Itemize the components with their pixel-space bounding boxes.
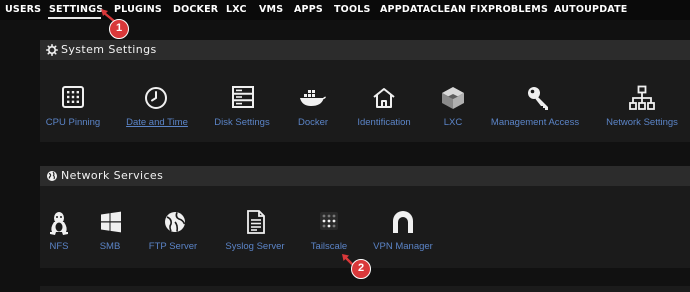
globe-ball-icon: [165, 212, 186, 232]
key-icon: [528, 87, 548, 110]
tile-label: Syslog Server: [225, 241, 285, 252]
tile-label: LXC: [443, 117, 463, 128]
disk-icon: [232, 86, 254, 108]
linux-penguin-icon: [50, 212, 68, 235]
windows-icon: [101, 211, 121, 233]
tile-label: CPU Pinning: [45, 117, 101, 128]
lxc-cubes-icon: [442, 87, 464, 109]
tile-label: FTP Server: [148, 241, 198, 252]
tile-cpu-pinning[interactable]: CPU Pinning: [40, 84, 108, 132]
tile-disk-settings[interactable]: Disk Settings: [208, 84, 280, 132]
tile-date-and-time[interactable]: Date and Time: [124, 84, 192, 132]
tile-label: Network Settings: [606, 117, 678, 128]
tile-label: SMB: [99, 241, 121, 252]
tile-tailscale[interactable]: Tailscale: [305, 208, 355, 256]
tile-identification[interactable]: Identification: [350, 84, 420, 132]
home-icon: [373, 88, 395, 108]
nav-item-lxc[interactable]: LXC: [226, 4, 247, 15]
vpn-arch-icon: [393, 211, 413, 233]
tailscale-dots-icon: [320, 212, 338, 230]
network-services-title: Network Services: [61, 169, 164, 182]
tile-smb[interactable]: SMB: [90, 208, 130, 256]
tile-label: Identification: [357, 117, 411, 128]
tile-label: Date and Time: [126, 117, 188, 128]
system-settings-title: System Settings: [61, 43, 157, 56]
tile-network-settings[interactable]: Network Settings: [603, 84, 681, 132]
nav-item-users[interactable]: USERS: [5, 4, 41, 15]
document-icon: [247, 210, 265, 234]
tile-ftp-server[interactable]: FTP Server: [145, 208, 205, 256]
nav-item-apps[interactable]: APPS: [294, 4, 323, 15]
next-panel-edge: [40, 286, 690, 292]
tile-docker[interactable]: Docker: [290, 84, 342, 132]
tile-label: Management Access: [490, 117, 580, 128]
system-settings-header: System Settings: [40, 40, 690, 60]
annotation-badge-2: 2: [351, 259, 371, 279]
gear-icon: [46, 44, 58, 56]
nav-item-docker[interactable]: DOCKER: [173, 4, 218, 15]
tile-label: VPN Manager: [373, 241, 433, 252]
nav-item-appdataclean[interactable]: APPDATACLEAN: [380, 4, 466, 15]
cpu-icon: [62, 86, 84, 108]
tile-vpn-manager[interactable]: VPN Manager: [370, 208, 436, 256]
nav-item-fixproblems[interactable]: FIXPROBLEMS: [470, 4, 548, 15]
clock-icon: [145, 87, 167, 109]
nav-item-settings[interactable]: SETTINGS: [49, 4, 103, 15]
network-services-panel: Network Services: [40, 166, 690, 268]
tile-label: NFS: [49, 241, 69, 252]
tile-nfs[interactable]: NFS: [40, 208, 80, 256]
network-tree-icon: [629, 85, 655, 110]
nav-item-vms[interactable]: VMS: [259, 4, 283, 15]
tile-label: Tailscale: [310, 241, 348, 252]
active-tab-indicator: [48, 17, 101, 19]
docker-whale-icon: [300, 90, 326, 106]
annotation-badge-1: 1: [109, 19, 129, 39]
tile-lxc[interactable]: LXC: [434, 84, 474, 132]
tile-label: Disk Settings: [214, 117, 270, 128]
tile-management-access[interactable]: Management Access: [490, 84, 588, 132]
tile-label: Docker: [297, 117, 329, 128]
tile-syslog-server[interactable]: Syslog Server: [222, 208, 288, 256]
nav-item-autoupdate[interactable]: AUTOUPDATE: [554, 4, 627, 15]
nav-item-plugins[interactable]: PLUGINS: [114, 4, 162, 15]
nav-item-tools[interactable]: TOOLS: [334, 4, 371, 15]
network-services-header: Network Services: [40, 166, 690, 186]
globe-icon: [47, 171, 57, 181]
